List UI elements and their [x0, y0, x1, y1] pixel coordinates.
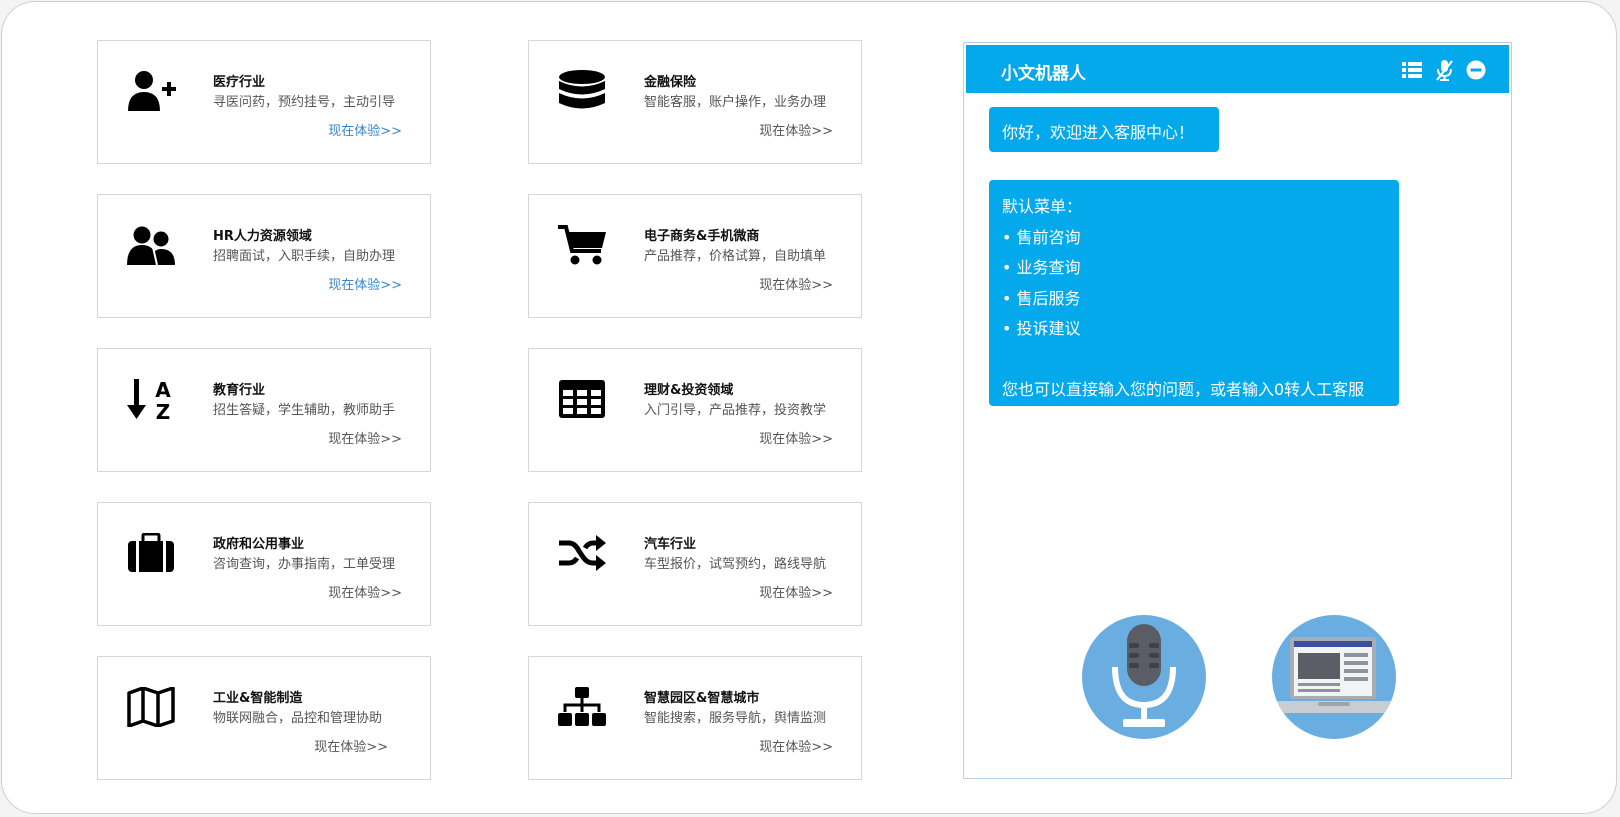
chat-header: 小文机器人	[966, 45, 1509, 93]
add-user-icon	[124, 67, 178, 115]
shopping-cart-icon	[555, 221, 609, 269]
card-title: 医疗行业	[213, 75, 266, 90]
card-investment[interactable]: 理财&投资领域 入门引导，产品推荐，投资教学 现在体验>>	[528, 348, 862, 472]
laptop-icon	[1276, 637, 1392, 713]
card-finance[interactable]: 金融保险 智能客服，账户操作，业务办理 现在体验>>	[528, 40, 862, 164]
list-icon[interactable]	[1401, 59, 1423, 81]
card-title: 教育行业	[213, 383, 266, 398]
map-icon	[124, 683, 178, 731]
card-title: 政府和公用事业	[213, 537, 305, 552]
card-title: 电子商务&手机微商	[644, 229, 760, 244]
card-manufacturing[interactable]: 工业&智能制造 物联网融合，品控和管理协助 现在体验>>	[97, 656, 431, 780]
try-now-link[interactable]: 现在体验>>	[759, 582, 833, 601]
try-now-link[interactable]: 现在体验>>	[759, 428, 833, 447]
try-now-link[interactable]: 现在体验>>	[759, 274, 833, 293]
chat-title: 小文机器人	[1001, 64, 1086, 84]
card-description: 智能搜索，服务导航，舆情监测	[644, 711, 827, 726]
card-description: 寻医问药，预约挂号，主动引导	[213, 95, 396, 110]
card-education[interactable]: A Z 教育行业 招生答疑，学生辅助，教师助手 现在体验>>	[97, 348, 431, 472]
menu-message: 默认菜单： • 售前咨询 • 业务查询 • 售后服务 • 投诉建议 您也可以直接…	[989, 180, 1399, 406]
page-frame: 医疗行业 寻医问药，预约挂号，主动引导 现在体验>> 金融保险 智能客服，账户操…	[1, 1, 1617, 814]
try-now-link[interactable]: 现在体验>>	[314, 736, 388, 755]
card-description: 车型报价，试驾预约，路线导航	[644, 557, 827, 572]
card-hr[interactable]: HR人力资源领域 招聘面试，入职手续，自助办理 现在体验>>	[97, 194, 431, 318]
card-description: 产品推荐，价格试算，自助填单	[644, 249, 827, 264]
card-description: 物联网融合，品控和管理协助	[213, 711, 383, 726]
menu-item-complaint[interactable]: • 投诉建议	[1002, 314, 1386, 345]
menu-title: 默认菜单：	[1002, 197, 1083, 216]
card-automotive[interactable]: 汽车行业 车型报价，试驾预约，路线导航 现在体验>>	[528, 502, 862, 626]
greeting-message: 你好，欢迎进入客服中心！	[989, 107, 1219, 152]
voice-button[interactable]	[1082, 615, 1206, 739]
card-description: 招聘面试，入职手续，自助办理	[213, 249, 396, 264]
briefcase-icon	[124, 529, 178, 577]
minus-circle-icon[interactable]	[1465, 59, 1487, 81]
card-title: 金融保险	[644, 75, 697, 90]
try-now-link[interactable]: 现在体验>>	[328, 120, 402, 139]
card-government[interactable]: 政府和公用事业 咨询查询，办事指南，工单受理 现在体验>>	[97, 502, 431, 626]
menu-hint: 您也可以直接输入您的问题，或者输入0转人工客服	[1002, 380, 1365, 399]
svg-text:Z: Z	[156, 400, 171, 421]
card-ecommerce[interactable]: 电子商务&手机微商 产品推荐，价格试算，自助填单 现在体验>>	[528, 194, 862, 318]
card-smart-city[interactable]: 智慧园区&智慧城市 智能搜索，服务导航，舆情监测 现在体验>>	[528, 656, 862, 780]
try-now-link[interactable]: 现在体验>>	[328, 274, 402, 293]
try-now-link[interactable]: 现在体验>>	[328, 428, 402, 447]
sitemap-icon	[555, 683, 609, 731]
card-medical[interactable]: 医疗行业 寻医问药，预约挂号，主动引导 现在体验>>	[97, 40, 431, 164]
microphone-icon	[1112, 624, 1176, 727]
svg-text:A: A	[155, 378, 171, 402]
menu-item-after-sales[interactable]: • 售后服务	[1002, 284, 1386, 315]
card-title: 智慧园区&智慧城市	[644, 691, 760, 706]
card-title: 理财&投资领域	[644, 383, 734, 398]
header-actions	[1401, 59, 1487, 81]
card-title: 工业&智能制造	[213, 691, 303, 706]
try-now-link[interactable]: 现在体验>>	[328, 582, 402, 601]
menu-spacer	[1002, 345, 1386, 376]
card-description: 招生答疑，学生辅助，教师助手	[213, 403, 396, 418]
users-icon	[124, 221, 178, 269]
card-description: 智能客服，账户操作，业务办理	[644, 95, 827, 110]
sort-alpha-icon: A Z	[124, 375, 178, 423]
try-now-link[interactable]: 现在体验>>	[759, 120, 833, 139]
chat-panel: 小文机器人 你好，欢迎进入客服中心！ 默认菜单： • 售前咨询 • 业务查询 •…	[963, 42, 1512, 779]
computer-button[interactable]	[1272, 615, 1396, 739]
table-icon	[555, 375, 609, 423]
card-description: 咨询查询，办事指南，工单受理	[213, 557, 396, 572]
menu-item-presales[interactable]: • 售前咨询	[1002, 223, 1386, 254]
mic-off-icon[interactable]	[1433, 59, 1455, 81]
card-title: 汽车行业	[644, 537, 697, 552]
shuffle-icon	[555, 529, 609, 577]
menu-item-business-query[interactable]: • 业务查询	[1002, 253, 1386, 284]
card-description: 入门引导，产品推荐，投资教学	[644, 403, 827, 418]
database-icon	[555, 67, 609, 115]
card-title: HR人力资源领域	[213, 229, 312, 244]
try-now-link[interactable]: 现在体验>>	[759, 736, 833, 755]
